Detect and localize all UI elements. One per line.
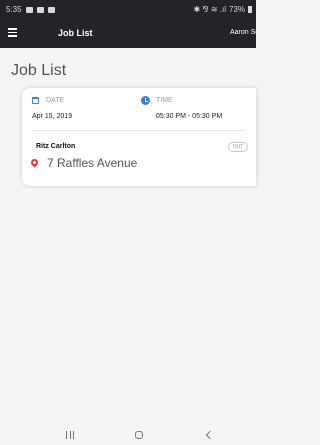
status-time: 5:35 <box>6 5 22 14</box>
status-indicators-icon: ✱ ⅋ ≋ .ıl <box>193 5 226 14</box>
gallery-icon <box>25 6 33 13</box>
notification-icon <box>47 6 55 13</box>
calendar-icon <box>32 97 39 104</box>
status-badge: OUT <box>228 142 248 152</box>
recents-icon[interactable] <box>66 431 74 439</box>
user-name[interactable]: Aaron So <box>230 29 259 36</box>
card-divider <box>32 130 246 131</box>
app-title: Job List <box>58 28 93 38</box>
status-right-group: ✱ ⅋ ≋ .ıl 73% <box>193 5 252 14</box>
status-bar: 5:35 ✱ ⅋ ≋ .ıl 73% <box>0 0 256 20</box>
venue-name: Ritz Carlton <box>36 143 76 150</box>
home-icon[interactable] <box>135 431 143 439</box>
page-title: Job List <box>11 62 67 79</box>
hamburger-menu-icon[interactable] <box>8 28 17 40</box>
notification-icon <box>36 6 44 13</box>
status-left-group: 5:35 <box>6 5 55 14</box>
venue-address: 7 Raffles Avenue <box>47 156 138 170</box>
time-value: 05:30 PM - 05:30 PM <box>156 113 223 120</box>
location-pin-icon <box>29 157 40 168</box>
time-label: TIME <box>156 97 173 104</box>
date-label: DATE <box>46 97 65 104</box>
clock-icon <box>141 96 150 105</box>
system-nav-bar <box>0 428 256 445</box>
app-bar: Job List Aaron So <box>0 20 259 48</box>
battery-percent: 73% <box>228 5 245 14</box>
back-icon[interactable] <box>205 430 215 440</box>
battery-icon <box>248 6 252 13</box>
job-card[interactable]: DATE Apr 15, 2019 TIME 05:30 PM - 05:30 … <box>22 88 256 186</box>
date-value: Apr 15, 2019 <box>32 113 73 120</box>
